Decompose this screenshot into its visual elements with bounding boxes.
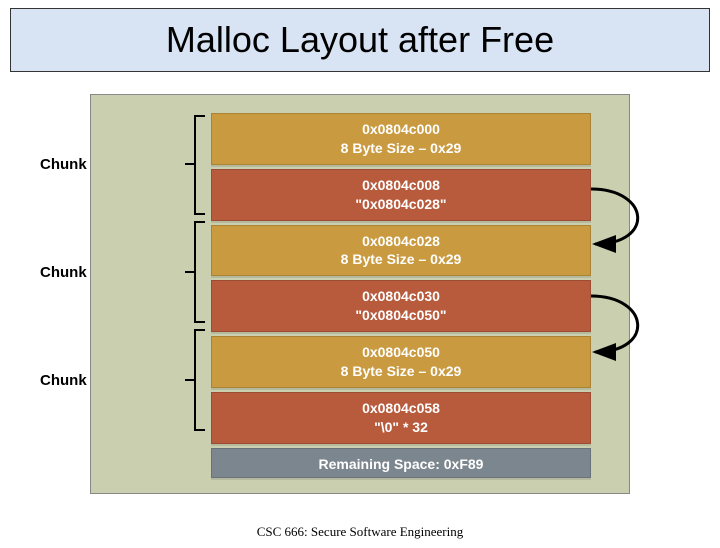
chunk1-header: 0x0804c000 8 Byte Size – 0x29 xyxy=(211,113,591,165)
remaining-space: Remaining Space: 0xF89 xyxy=(211,448,591,478)
diagram-wrap: Chunk 1 Chunk 2 Chunk 3 0x0804c000 8 Byt… xyxy=(40,94,680,494)
memory-rows: 0x0804c000 8 Byte Size – 0x29 0x0804c008… xyxy=(211,113,591,482)
chunk1-header-addr: 0x0804c000 xyxy=(212,120,590,139)
chunk3-header: 0x0804c050 8 Byte Size – 0x29 xyxy=(211,336,591,388)
chunk2-data-addr: 0x0804c030 xyxy=(212,287,590,306)
chunk3-data-val: "\0" * 32 xyxy=(212,418,590,437)
chunk2-header-val: 8 Byte Size – 0x29 xyxy=(212,250,590,269)
title-bar: Malloc Layout after Free xyxy=(10,8,710,72)
chunk3-data-addr: 0x0804c058 xyxy=(212,399,590,418)
chunk1-data: 0x0804c008 "0x0804c028" xyxy=(211,169,591,221)
footer: CSC 666: Secure Software Engineering xyxy=(0,524,720,540)
memory-diagram: 0x0804c000 8 Byte Size – 0x29 0x0804c008… xyxy=(90,94,630,494)
chunk3-header-val: 8 Byte Size – 0x29 xyxy=(212,362,590,381)
chunk1-data-addr: 0x0804c008 xyxy=(212,176,590,195)
chunk1-data-val: "0x0804c028" xyxy=(212,195,590,214)
chunk2-data: 0x0804c030 "0x0804c050" xyxy=(211,280,591,332)
chunk2-header-addr: 0x0804c028 xyxy=(212,232,590,251)
remaining-space-label: Remaining Space: 0xF89 xyxy=(319,456,484,472)
page-title: Malloc Layout after Free xyxy=(23,19,697,61)
chunk3-data: 0x0804c058 "\0" * 32 xyxy=(211,392,591,444)
chunk3-header-addr: 0x0804c050 xyxy=(212,343,590,362)
chunk1-header-val: 8 Byte Size – 0x29 xyxy=(212,139,590,158)
chunk2-header: 0x0804c028 8 Byte Size – 0x29 xyxy=(211,225,591,277)
chunk2-data-val: "0x0804c050" xyxy=(212,306,590,325)
